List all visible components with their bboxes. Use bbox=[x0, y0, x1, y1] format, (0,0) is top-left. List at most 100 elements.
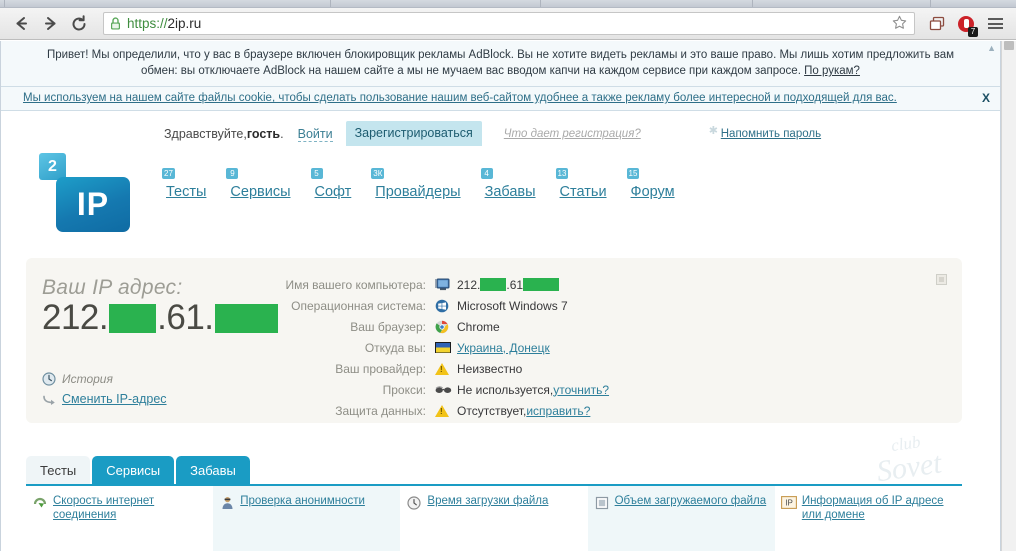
scroll-up-arrow-icon[interactable]: ▲ bbox=[987, 44, 996, 53]
what-registration-link[interactable]: Что дает регистрация? bbox=[504, 128, 641, 140]
tests-column: Время загрузки файла bbox=[400, 486, 587, 551]
window-restore-icon[interactable] bbox=[936, 274, 947, 285]
reload-icon bbox=[72, 14, 86, 30]
adblock-agree-link[interactable]: По рукам? bbox=[804, 65, 860, 77]
tab-services[interactable]: Сервисы bbox=[92, 456, 175, 484]
register-button[interactable]: Зарегистрироваться bbox=[345, 121, 482, 146]
ip-actions: История Сменить IP-адрес bbox=[42, 372, 284, 406]
proxy-clarify-link[interactable]: уточнить? bbox=[553, 383, 609, 397]
proxy-status: Не используется, bbox=[457, 382, 554, 397]
nav-item-fun[interactable]: 4 Забавы bbox=[480, 168, 536, 201]
greeting-suffix: . bbox=[280, 127, 284, 141]
tab-tests[interactable]: Тесты bbox=[26, 456, 91, 484]
ip-badge-icon: IP bbox=[780, 495, 797, 522]
clock-icon bbox=[406, 495, 422, 510]
remind-password-link[interactable]: ✱ Напомнить пароль bbox=[709, 125, 822, 140]
test-link[interactable]: Проверка анонимности bbox=[240, 495, 365, 510]
chrome-logo-icon bbox=[435, 320, 457, 334]
forward-arrow-icon bbox=[44, 17, 55, 30]
nav-item-providers[interactable]: 3К Провайдеры bbox=[371, 168, 461, 201]
location-link[interactable]: Украина, Донецк bbox=[457, 341, 550, 355]
nav-badge: 15 bbox=[626, 168, 640, 179]
nav-item-services[interactable]: 9 Сервисы bbox=[226, 168, 291, 201]
cookie-notice-bar: Мы используем на нашем сайте файлы cooki… bbox=[1, 87, 1000, 111]
history-row[interactable]: История bbox=[42, 372, 284, 386]
nav-item-forum[interactable]: 15 Форум bbox=[626, 168, 675, 201]
greeting-prefix: Здравствуйте, bbox=[164, 127, 247, 141]
computer-name-redacted-1 bbox=[480, 278, 507, 291]
adblock-button[interactable]: 7 bbox=[953, 11, 979, 37]
nav-badge: 13 bbox=[555, 168, 569, 179]
list-item[interactable]: Время загрузки файла bbox=[406, 495, 579, 510]
greeting: Здравствуйте, гость. bbox=[164, 121, 298, 147]
computer-name-redacted-2 bbox=[523, 278, 560, 291]
list-item[interactable]: Скорость интернет соединения bbox=[32, 495, 205, 522]
adblock-notice-bar: Привет! Мы определили, что у вас в брауз… bbox=[1, 41, 1000, 87]
tests-grid: Скорость интернет соединения Проверка ан… bbox=[26, 484, 962, 551]
info-row-computer-name: Имя вашего компьютера: 212. .61 bbox=[284, 274, 609, 295]
reload-button[interactable] bbox=[66, 11, 92, 37]
address-bar[interactable]: https://2ip.ru bbox=[103, 12, 915, 35]
cookie-close-button[interactable]: X bbox=[982, 91, 990, 105]
protection-status: Отсутствует, bbox=[457, 403, 527, 418]
cookie-notice-text: Мы используем на нашем сайте файлы cooki… bbox=[23, 92, 897, 104]
info-value: Отсутствует, исправить? bbox=[457, 404, 590, 418]
test-link[interactable]: Скорость интернет соединения bbox=[53, 495, 205, 522]
list-item[interactable]: IP Информация об IP адресе или домене bbox=[780, 495, 954, 522]
info-row-browser: Ваш браузер: Chrome bbox=[284, 316, 609, 337]
logo-ip-text: IP bbox=[56, 177, 130, 232]
tests-section: club Sovet Тесты Сервисы Забавы Скорость… bbox=[26, 432, 962, 551]
padlock-icon bbox=[110, 17, 121, 30]
tab-fun[interactable]: Забавы bbox=[176, 456, 250, 484]
nav-label: Тесты bbox=[166, 184, 207, 200]
logo-digit: 2 bbox=[39, 153, 66, 180]
info-value[interactable]: Украина, Донецк bbox=[457, 341, 550, 355]
history-label: История bbox=[62, 372, 113, 386]
asterisk-icon: ✱ bbox=[708, 125, 718, 137]
info-value: Microsoft Windows 7 bbox=[457, 298, 568, 313]
main-navigation: 27 Тесты 9 Сервисы 5 Софт 3К Провайдеры bbox=[162, 153, 675, 201]
browser-tab-strip[interactable] bbox=[0, 0, 1016, 8]
nav-label: Статьи bbox=[559, 184, 607, 200]
page-scrollbar[interactable] bbox=[1001, 41, 1016, 551]
url-scheme: https:// bbox=[127, 16, 168, 31]
forward-button[interactable] bbox=[37, 11, 63, 37]
info-value: Не используется, уточнить? bbox=[457, 383, 609, 397]
test-link[interactable]: Объем загружаемого файла bbox=[615, 495, 767, 510]
info-value: Chrome bbox=[457, 319, 500, 334]
nav-label: Забавы bbox=[484, 184, 536, 200]
list-item[interactable]: Проверка анонимности bbox=[219, 495, 392, 510]
back-button[interactable] bbox=[8, 11, 34, 37]
info-label: Операционная система: bbox=[291, 298, 426, 313]
nav-item-soft[interactable]: 5 Софт bbox=[310, 168, 351, 201]
remind-password-label: Напомнить пароль bbox=[720, 128, 822, 140]
nav-badge: 27 bbox=[162, 168, 175, 179]
nav-badge: 4 bbox=[480, 168, 493, 179]
browser-toolbar: https://2ip.ru 7 bbox=[0, 8, 1016, 40]
windows-logo-icon bbox=[435, 299, 457, 313]
test-link[interactable]: Время загрузки файла bbox=[427, 495, 548, 510]
info-label: Откуда вы: bbox=[364, 340, 426, 355]
star-icon[interactable] bbox=[892, 15, 907, 33]
change-ip-row[interactable]: Сменить IP-адрес bbox=[42, 392, 284, 406]
brand-and-nav: 2 IP 27 Тесты 9 Сервисы 5 Софт 3К Провай… bbox=[1, 147, 1000, 232]
nav-label: Сервисы bbox=[230, 184, 291, 200]
glasses-icon bbox=[435, 385, 457, 394]
test-link[interactable]: Информация об IP адресе или домене bbox=[802, 495, 954, 522]
list-item[interactable]: Объем загружаемого файла bbox=[594, 495, 767, 510]
hamburger-menu-icon bbox=[987, 18, 1003, 29]
info-label: Ваш провайдер: bbox=[335, 361, 426, 376]
menu-button[interactable] bbox=[982, 11, 1008, 37]
nav-item-tests[interactable]: 27 Тесты bbox=[162, 168, 207, 201]
svg-text:IP: IP bbox=[785, 498, 793, 507]
protection-fix-link[interactable]: исправить? bbox=[526, 404, 590, 418]
ip-octet-1: 212. bbox=[42, 298, 109, 337]
login-link[interactable]: Войти bbox=[297, 127, 333, 142]
nav-item-articles[interactable]: 13 Статьи bbox=[555, 168, 607, 201]
info-row-os: Операционная система: Microsoft Windows … bbox=[284, 295, 609, 316]
scrollbar-thumb[interactable] bbox=[1004, 41, 1014, 50]
windows-stack-button[interactable] bbox=[924, 11, 950, 37]
site-logo[interactable]: 2 IP bbox=[1, 153, 164, 232]
nav-label: Форум bbox=[630, 184, 675, 200]
info-value: Неизвестно bbox=[457, 361, 523, 376]
